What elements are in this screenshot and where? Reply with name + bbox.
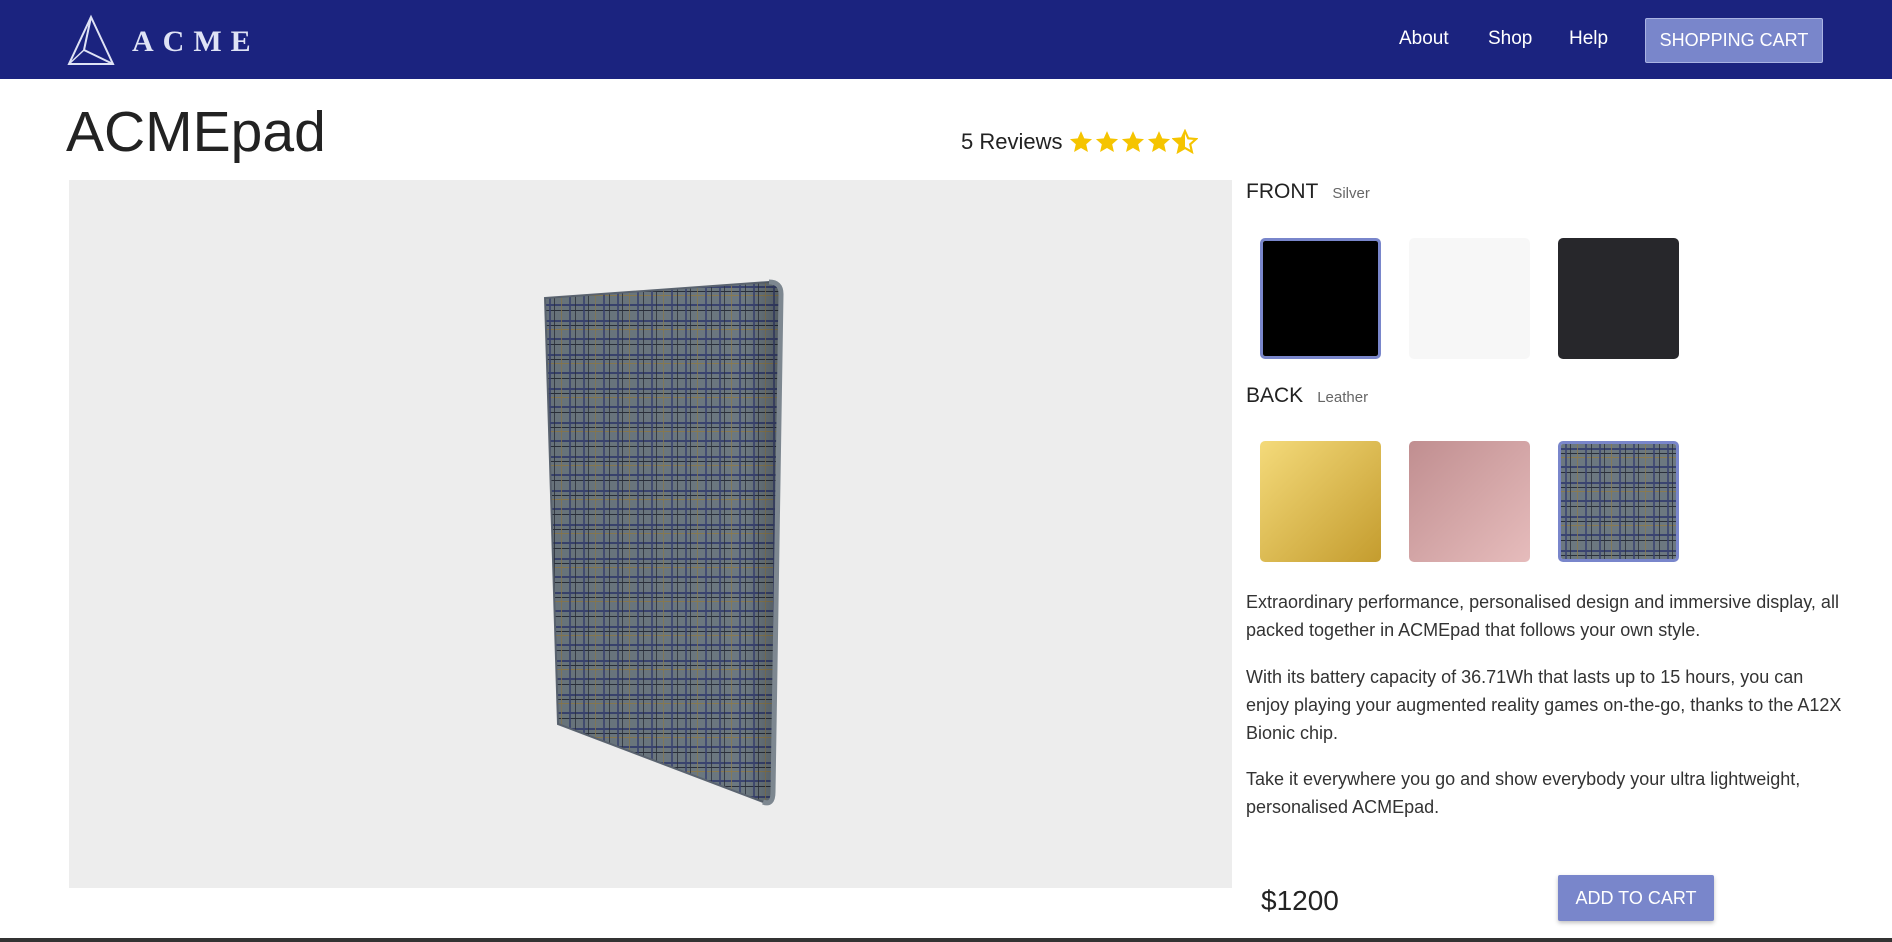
star-icon: [1122, 131, 1145, 152]
front-option-label: FRONT Silver: [1246, 180, 1370, 204]
front-selected-name: Silver: [1332, 185, 1370, 202]
nav-shop-link[interactable]: Shop: [1488, 28, 1532, 50]
description-paragraph-2: With its battery capacity of 36.71Wh tha…: [1246, 667, 1842, 743]
product-3d-viewer[interactable]: [69, 180, 1232, 888]
back-swatch-gold[interactable]: [1260, 441, 1381, 562]
top-navbar: ACME About Shop Help SHOPPING CART: [0, 0, 1892, 79]
star-icon: [1096, 131, 1119, 152]
shopping-cart-button[interactable]: SHOPPING CART: [1645, 18, 1823, 63]
star-icon: [1070, 131, 1093, 152]
nav-help-link[interactable]: Help: [1569, 28, 1608, 50]
add-to-cart-button[interactable]: ADD TO CART: [1558, 875, 1714, 921]
bottom-edge: [0, 938, 1892, 942]
back-swatch-leather-plaid[interactable]: [1558, 441, 1679, 562]
rating-stars: [1068, 129, 1199, 155]
tablet-3d-model[interactable]: [69, 180, 1232, 888]
front-swatch-black[interactable]: [1260, 238, 1381, 359]
back-label: BACK: [1246, 384, 1304, 407]
star-half-icon: [1172, 129, 1199, 155]
logo-text[interactable]: ACME: [132, 25, 260, 59]
reviews-summary[interactable]: 5 Reviews: [961, 129, 1199, 155]
reviews-count: 5 Reviews: [961, 129, 1063, 154]
back-option-label: BACK Leather: [1246, 384, 1368, 408]
product-price: $1200: [1261, 885, 1339, 916]
back-selected-name: Leather: [1317, 389, 1369, 406]
front-swatch-graphite[interactable]: [1558, 238, 1679, 359]
front-swatch-white[interactable]: [1409, 238, 1530, 359]
description-paragraph-1: Extraordinary performance, personalised …: [1246, 592, 1839, 640]
back-swatch-rose[interactable]: [1409, 441, 1530, 562]
star-icon: [1148, 131, 1171, 152]
product-title: ACMEpad: [66, 100, 326, 164]
nav-about-link[interactable]: About: [1399, 28, 1449, 50]
description-paragraph-3: Take it everywhere you go and show every…: [1246, 769, 1801, 817]
front-label: FRONT: [1246, 180, 1319, 203]
acme-logo-icon[interactable]: [66, 14, 116, 68]
